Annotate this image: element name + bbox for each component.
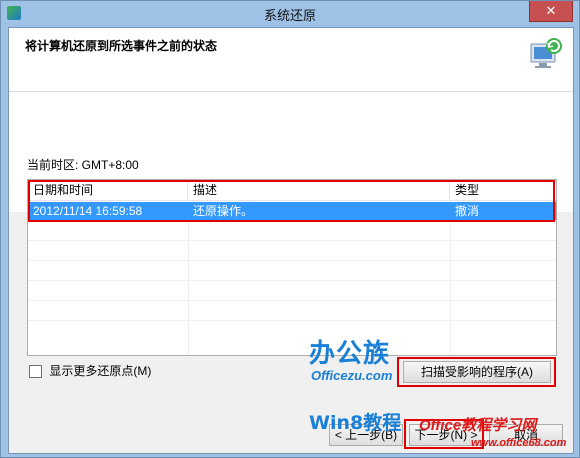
header-title: 将计算机还原到所选事件之前的状态 [25,39,218,53]
watermark-logo: 办公族 [309,339,391,369]
system-restore-icon [530,38,562,68]
grid-divider [28,260,556,261]
grid-divider [28,320,556,321]
grid-divider [28,280,556,281]
header-area: 将计算机还原到所选事件之前的状态 [9,28,573,92]
watermark-domain: Officezu.com [311,368,393,383]
window-title: 系统还原 [263,8,316,23]
watermark-url: www.office68.com [471,437,567,449]
title-bar: 系统还原 ✕ [1,1,579,27]
show-more-label: 显示更多还原点(M) [49,364,152,378]
highlight-box-list [28,180,555,222]
grid-divider [28,240,556,241]
timezone-label: 当前时区: GMT+8:00 [27,158,139,172]
dialog-client-area: 将计算机还原到所选事件之前的状态 当前时区: GMT+8:00 日期和时间 描述… [8,27,574,454]
show-more-checkbox[interactable] [29,365,42,379]
highlight-box-scan [397,357,556,387]
close-button[interactable]: ✕ [529,1,573,22]
show-more-option[interactable]: 显示更多还原点(M) [29,364,151,380]
grid-divider [28,300,556,301]
watermark-site: Office教程学习网 [419,417,537,434]
watermark-win8: Win8教程 [309,412,402,434]
system-restore-window: 系统还原 ✕ 将计算机还原到所选事件之前的状态 当前时区: GMT+8:00 日… [0,0,580,458]
